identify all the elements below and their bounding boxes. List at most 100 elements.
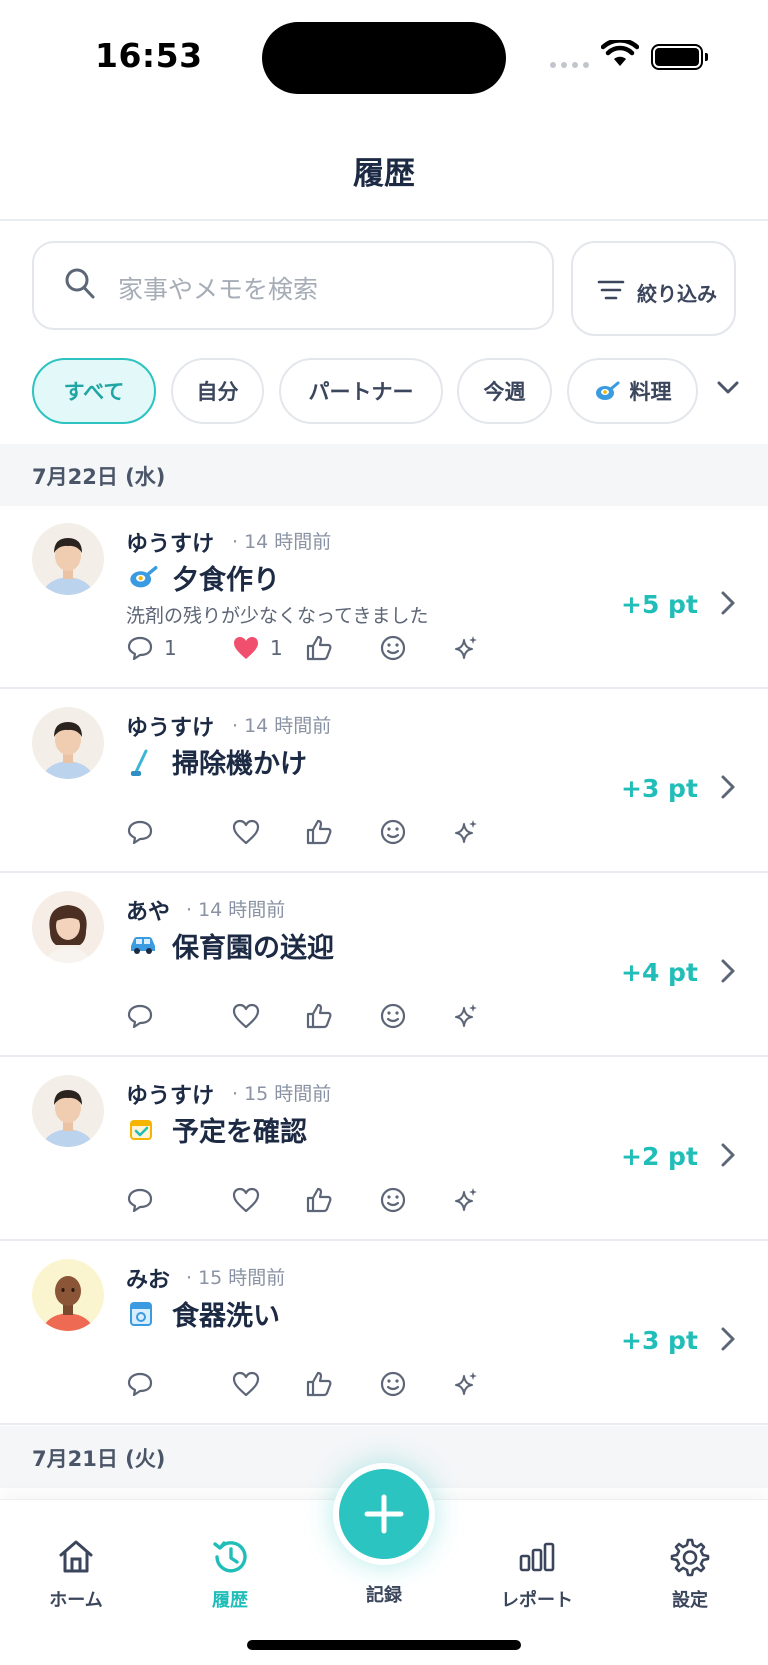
- chevron-right-icon[interactable]: [720, 590, 736, 616]
- comment-icon: [127, 1372, 153, 1397]
- list-item[interactable]: ゆうすけ · 14 時間前 夕食作り 洗剤の残りが少なくなってきました +5 p…: [0, 506, 768, 689]
- heart-button[interactable]: [232, 1186, 260, 1214]
- sparkle-icon: [455, 636, 477, 659]
- item-user: あや: [126, 900, 171, 925]
- chevron-right-icon[interactable]: [720, 1326, 736, 1352]
- sparkle-button[interactable]: [452, 634, 480, 662]
- task-name: 保育園の送迎: [172, 933, 334, 964]
- home-icon: [59, 1540, 93, 1573]
- chip-label: 今週: [483, 380, 526, 404]
- nav-label: レポート: [501, 1590, 573, 1611]
- gear-icon: [670, 1538, 710, 1577]
- vacuum-icon: [131, 749, 148, 776]
- filter-label: 絞り込み: [637, 282, 717, 306]
- avatar: [32, 1075, 104, 1147]
- nav-home[interactable]: ホーム: [16, 1536, 136, 1612]
- list-item[interactable]: みお · 15 時間前 食器洗い +3 pt: [0, 1242, 768, 1425]
- comment-count: 1: [164, 636, 177, 660]
- calendar-check-icon: [130, 1120, 152, 1140]
- sparkle-icon: [455, 820, 477, 843]
- avatar: [32, 1259, 104, 1331]
- task-name: 予定を確認: [172, 1117, 307, 1148]
- thumbs-up-icon: [306, 1371, 332, 1397]
- task-name: 夕食作り: [172, 565, 280, 596]
- comment-button[interactable]: 1: [126, 634, 177, 662]
- chip-label: パートナー: [308, 380, 414, 404]
- avatar: [32, 707, 104, 779]
- thumbs-up-icon: [306, 819, 332, 845]
- smile-button[interactable]: [379, 1002, 407, 1030]
- comment-button[interactable]: [126, 1370, 154, 1398]
- heart-icon: [232, 1187, 260, 1213]
- chip-cooking[interactable]: 料理: [567, 358, 698, 424]
- nav-settings[interactable]: 設定: [630, 1536, 750, 1612]
- thumbs-up-button[interactable]: [305, 1186, 333, 1214]
- smile-button[interactable]: [379, 1370, 407, 1398]
- search-placeholder: 家事やメモを検索: [118, 275, 319, 304]
- thumbs-up-icon: [306, 1003, 332, 1029]
- thumbs-up-button[interactable]: [305, 1370, 333, 1398]
- sparkle-button[interactable]: [452, 1186, 480, 1214]
- smile-button[interactable]: [379, 1186, 407, 1214]
- smile-button[interactable]: [379, 818, 407, 846]
- heart-icon: [232, 1371, 260, 1397]
- search-input[interactable]: 家事やメモを検索: [32, 241, 554, 330]
- dishwasher-icon: [130, 1302, 152, 1326]
- item-time: · 14 時間前: [186, 899, 286, 921]
- heart-button[interactable]: [232, 1002, 260, 1030]
- add-record-button[interactable]: [333, 1463, 435, 1565]
- sparkle-icon: [455, 1188, 477, 1211]
- filter-button[interactable]: 絞り込み: [571, 241, 736, 336]
- thumbs-up-button[interactable]: [305, 634, 333, 662]
- comment-button[interactable]: [126, 1186, 154, 1214]
- comment-icon: [127, 636, 153, 661]
- page-title: 履歴: [353, 156, 415, 192]
- heart-button[interactable]: 1: [232, 634, 283, 662]
- chip-all[interactable]: すべて: [32, 358, 156, 424]
- nav-report[interactable]: レポート: [477, 1536, 597, 1612]
- filter-icon: [597, 280, 625, 300]
- history-icon: [213, 1541, 247, 1573]
- nav-history[interactable]: 履歴: [170, 1536, 290, 1612]
- nav-label: 設定: [672, 1590, 708, 1611]
- task-name: 掃除機かけ: [172, 749, 307, 780]
- avatar: [32, 891, 104, 963]
- chevron-right-icon[interactable]: [720, 958, 736, 984]
- list-item[interactable]: ゆうすけ · 14 時間前 掃除機かけ +3 pt: [0, 690, 768, 873]
- thumbs-up-button[interactable]: [305, 1002, 333, 1030]
- thumbs-up-button[interactable]: [305, 818, 333, 846]
- sparkle-button[interactable]: [452, 1002, 480, 1030]
- list-item[interactable]: あや · 14 時間前 保育園の送迎 +4 pt: [0, 874, 768, 1057]
- status-time: 16:53: [95, 36, 203, 75]
- chevron-right-icon[interactable]: [720, 1142, 736, 1168]
- smile-icon: [380, 1187, 406, 1213]
- heart-icon: [232, 819, 260, 845]
- sparkle-icon: [455, 1004, 477, 1027]
- wifi-icon: [601, 40, 639, 66]
- chip-this-week[interactable]: 今週: [457, 358, 552, 424]
- header-divider: [0, 219, 768, 221]
- chip-self[interactable]: 自分: [171, 358, 264, 424]
- list-item[interactable]: ゆうすけ · 15 時間前 予定を確認 +2 pt: [0, 1058, 768, 1241]
- smile-button[interactable]: [379, 634, 407, 662]
- points-value: +3 pt: [621, 1326, 698, 1355]
- comment-button[interactable]: [126, 818, 154, 846]
- smile-icon: [380, 1371, 406, 1397]
- battery-icon: [651, 44, 708, 70]
- chip-partner[interactable]: パートナー: [279, 358, 443, 424]
- chip-label: 料理: [629, 380, 672, 404]
- frying-pan-icon: [595, 381, 619, 400]
- chevron-down-icon[interactable]: [716, 380, 740, 396]
- sparkle-button[interactable]: [452, 818, 480, 846]
- item-user: ゆうすけ: [126, 532, 215, 557]
- comment-button[interactable]: [126, 1002, 154, 1030]
- sparkle-button[interactable]: [452, 1370, 480, 1398]
- heart-button[interactable]: [232, 818, 260, 846]
- smile-icon: [380, 819, 406, 845]
- chip-label: すべて: [63, 380, 125, 404]
- search-icon: [65, 268, 95, 299]
- heart-button[interactable]: [232, 1370, 260, 1398]
- chevron-right-icon[interactable]: [720, 774, 736, 800]
- chip-label: 自分: [196, 380, 239, 404]
- dynamic-island: [262, 22, 506, 94]
